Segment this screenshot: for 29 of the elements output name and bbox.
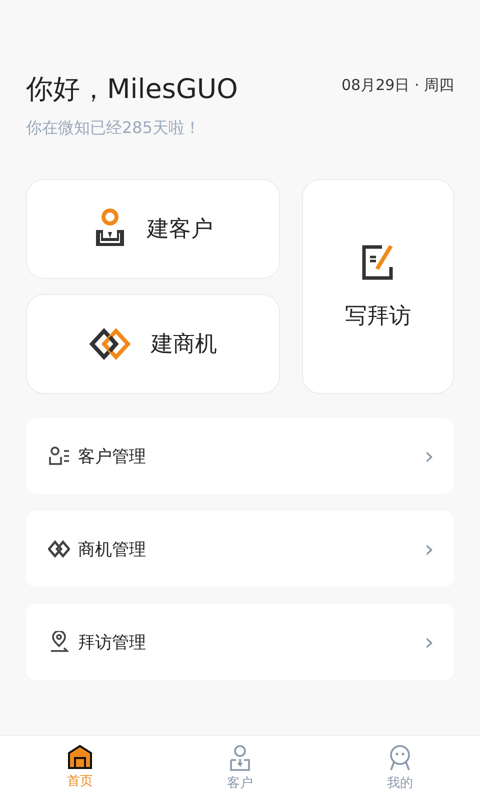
diamond-link-icon: [89, 327, 131, 361]
location-pin-icon: [48, 631, 70, 653]
person-list-icon: [48, 446, 70, 466]
tab-label: 客户: [227, 775, 253, 792]
quick-action-card[interactable]: 建客户: [26, 179, 280, 279]
diamond-link-icon: [48, 540, 70, 558]
greeting-title: 你好，MilesGUO: [26, 73, 238, 107]
quick-action-card[interactable]: 建商机: [26, 294, 280, 394]
smiley-face-icon: [387, 744, 413, 772]
chevron-icon: ›: [424, 628, 434, 656]
menu-item[interactable]: 客户管理 ›: [26, 418, 454, 494]
card-label: 建商机: [151, 331, 217, 359]
home-icon: [67, 744, 93, 770]
tab-label: 我的: [387, 775, 413, 792]
menu-item[interactable]: 商机管理 ›: [26, 511, 454, 587]
days-subtitle: 你在微知已经285天啦！: [26, 118, 202, 139]
edit-note-icon: [360, 242, 396, 280]
card-label: 写拜访: [345, 302, 411, 330]
quick-action-card[interactable]: 写拜访: [302, 179, 454, 394]
menu-label: 客户管理: [78, 446, 147, 468]
menu-item[interactable]: 拜访管理 ›: [26, 604, 454, 680]
tab-label: 首页: [67, 773, 93, 790]
menu-label: 商机管理: [78, 538, 147, 560]
person-tray-icon: [227, 744, 253, 772]
date-text: 08月29日 · 周四: [342, 76, 454, 95]
card-label: 建客户: [147, 216, 213, 244]
chevron-icon: ›: [424, 535, 434, 563]
menu-label: 拜访管理: [78, 632, 147, 654]
chevron-icon: ›: [424, 442, 434, 470]
